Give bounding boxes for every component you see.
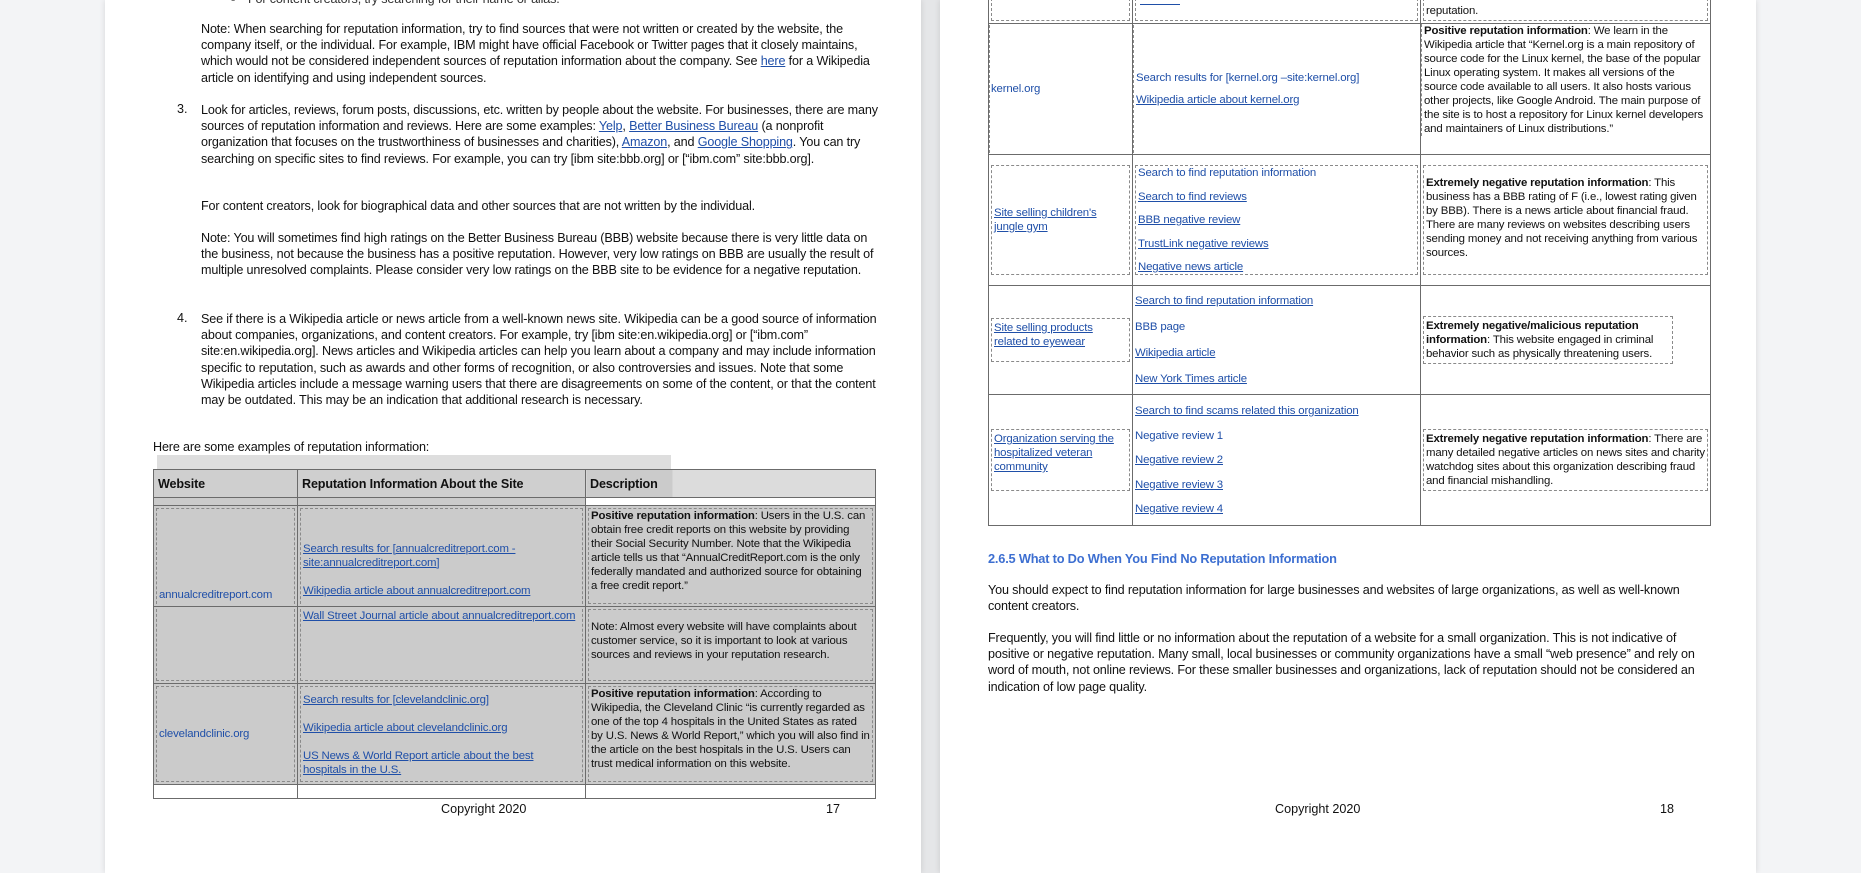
spacer-row [153, 497, 876, 506]
bbb-note: Note: You will sometimes find high ratin… [201, 231, 874, 278]
bbb-link[interactable]: Better Business Bureau [629, 119, 758, 133]
desc-text: : We learn in the Wikipedia article that… [1424, 25, 1704, 135]
jungle-bbb-link[interactable]: BBB negative review [1138, 213, 1415, 227]
header-website: Website [153, 469, 298, 498]
bullet-icon: ▪ [231, 0, 235, 7]
eyewear-search-link[interactable]: Search to find reputation information [1135, 294, 1418, 308]
usnews-article-link[interactable]: US News & World Report article about the… [303, 749, 580, 777]
annualcreditreport-search-link[interactable]: Search results for [annualcreditreport.c… [303, 542, 580, 570]
footer-copyright: Copyright 2020 [441, 802, 527, 816]
jungle-trustlink-link[interactable]: TrustLink negative reviews [1138, 237, 1415, 251]
negative-review-3-link[interactable]: Negative review 3 [1135, 478, 1418, 492]
website-clevelandclinic[interactable]: clevelandclinic.org [159, 727, 249, 741]
website-veteran-org[interactable]: Organization serving the hospitalized ve… [994, 433, 1114, 473]
eyewear-nyt-link[interactable]: New York Times article [1135, 372, 1418, 386]
eyewear-bbb-link[interactable]: BBB page [1135, 320, 1418, 334]
desc-text: : Users in the U.S. can obtain free cred… [591, 510, 866, 592]
page-17: ▪ For content creators, try searching fo… [105, 0, 921, 873]
section-heading: 2.6.5 What to Do When You Find No Reputa… [988, 551, 1337, 566]
clevelandclinic-search-link[interactable]: Search results for [clevelandclinic.org] [303, 693, 580, 707]
note-independent-sources: Note: When searching for reputation info… [201, 22, 870, 85]
partial-desc: reputation. [1426, 5, 1479, 17]
customer-service-note: Note: Almost every website will have com… [591, 621, 857, 661]
desc-text: : According to Wikipedia, the Cleveland … [591, 688, 870, 770]
header-description: Description [585, 469, 876, 498]
negative-review-2-link[interactable]: Negative review 2 [1135, 453, 1418, 467]
footer-page-number: 18 [1660, 802, 1675, 816]
kernel-search-link[interactable]: Search results for [kernel.org –site:ker… [1136, 71, 1420, 85]
paragraph-small-orgs: Frequently, you will find little or no i… [988, 631, 1695, 694]
website-kernel-org[interactable]: kernel.org [991, 82, 1040, 96]
kernel-wikipedia-link[interactable]: Wikipedia article about kernel.org [1136, 93, 1420, 107]
table-row: annualcreditreport.com Search results fo… [153, 505, 876, 607]
table-row: clevelandclinic.org Search results for [… [153, 683, 876, 785]
footer-page-number: 17 [826, 802, 841, 816]
google-shopping-link[interactable]: Google Shopping [698, 135, 793, 149]
page-18: reputation. kernel.org Search results fo… [940, 0, 1756, 873]
list-item-3-text: Look for articles, reviews, forum posts,… [201, 103, 878, 166]
header-reputation-info: Reputation Information About the Site [297, 469, 586, 498]
negative-review-1-link[interactable]: Negative review 1 [1135, 429, 1418, 443]
table-row: Site selling products related to eyewear… [988, 285, 1711, 395]
website-eyewear[interactable]: Site selling products related to eyewear [994, 322, 1093, 348]
footer-copyright: Copyright 2020 [1275, 802, 1361, 816]
desc-label: Positive reputation information [591, 510, 755, 522]
content-creators-text: For content creators, look for biographi… [201, 199, 755, 213]
wsj-article-link[interactable]: Wall Street Journal article about annual… [303, 609, 580, 623]
table-row: kernel.org Search results for [kernel.or… [988, 23, 1711, 155]
table-row: Wall Street Journal article about annual… [153, 606, 876, 684]
eyewear-wikipedia-link[interactable]: Wikipedia article [1135, 346, 1418, 360]
website-jungle-gym[interactable]: Site selling children's jungle gym [994, 206, 1127, 234]
selection-highlight [157, 455, 671, 469]
partial-bullet: ▪ For content creators, try searching fo… [231, 0, 908, 7]
desc-text: : This business has a BBB rating of F (i… [1426, 177, 1698, 259]
jungle-news-link[interactable]: Negative news article [1138, 260, 1415, 274]
table-row: Organization serving the hospitalized ve… [988, 394, 1711, 526]
annualcreditreport-wikipedia-link[interactable]: Wikipedia article about annualcreditrepo… [303, 584, 580, 598]
page-gutter [921, 0, 940, 873]
reputation-examples-table-continued: reputation. kernel.org Search results fo… [988, 0, 1711, 526]
table-row-partial: reputation. [988, 0, 1711, 24]
spacer-row [153, 784, 876, 799]
desc-label: Positive reputation information [591, 688, 755, 700]
table-row: Site selling children's jungle gym Searc… [988, 154, 1711, 286]
table-header-row: Website Reputation Information About the… [153, 469, 876, 498]
yelp-link[interactable]: Yelp [599, 119, 623, 133]
website-annualcreditreport[interactable]: annualcreditreport.com [159, 588, 272, 602]
here-link[interactable]: here [761, 54, 786, 68]
clevelandclinic-wikipedia-link[interactable]: Wikipedia article about clevelandclinic.… [303, 721, 580, 735]
desc-label: Extremely negative reputation informatio… [1426, 177, 1649, 189]
negative-review-4-link[interactable]: Negative review 4 [1135, 502, 1418, 516]
list-item-4-text: See if there is a Wikipedia article or n… [201, 312, 877, 408]
desc-label: Extremely negative reputation informatio… [1426, 433, 1649, 445]
list-number-3: 3. [177, 102, 188, 116]
list-number-4: 4. [177, 311, 188, 325]
examples-intro: Here are some examples of reputation inf… [153, 440, 430, 454]
jungle-search-reviews-link[interactable]: Search to find reviews [1138, 190, 1415, 204]
reputation-examples-table: Website Reputation Information About the… [153, 469, 876, 799]
desc-label: Positive reputation information [1424, 25, 1588, 37]
veteran-scams-search-link[interactable]: Search to find scams related this organi… [1135, 404, 1418, 418]
partial-link[interactable] [1140, 4, 1180, 5]
jungle-search-reputation-link[interactable]: Search to find reputation information [1138, 166, 1415, 180]
paragraph-large-orgs: You should expect to find reputation inf… [988, 583, 1680, 614]
amazon-link[interactable]: Amazon [622, 135, 667, 149]
